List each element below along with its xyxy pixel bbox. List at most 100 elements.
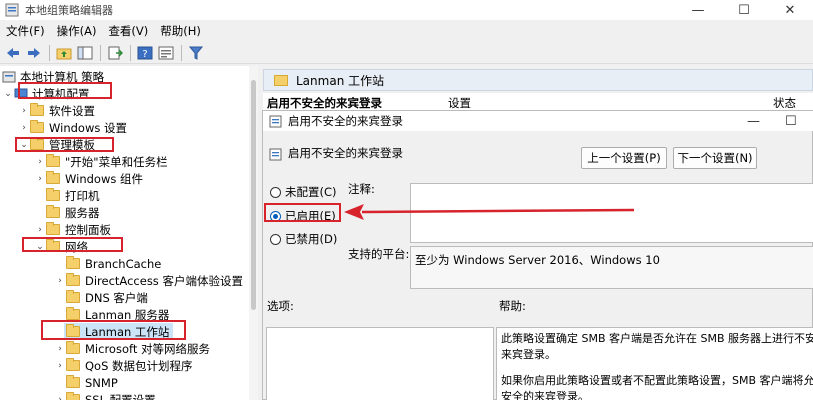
policy-editor-icon (5, 3, 19, 17)
filter-icon (189, 46, 203, 60)
highlight-network (22, 237, 123, 252)
navigation-tree: 本地计算机 策略 ⌄ 计算机配置 › 软件设置 › Windows 设置 ⌄ 管… (0, 66, 258, 400)
chevron-right-icon[interactable]: › (54, 344, 66, 354)
folder-icon (46, 205, 60, 218)
export-icon (108, 46, 123, 59)
selected-setting-title: 启用不安全的来宾登录 (267, 96, 382, 110)
export-button[interactable] (105, 43, 125, 63)
folder-icon (46, 222, 60, 235)
highlight-lanman-workstation (41, 320, 186, 340)
help-button[interactable]: ? (135, 43, 155, 63)
folder-icon (30, 120, 44, 133)
show-tree-icon (77, 46, 93, 59)
chevron-right-icon[interactable]: › (34, 225, 46, 235)
filter-button[interactable] (186, 43, 206, 63)
tree-item-start-menu[interactable]: › "开始"菜单和任务栏 (34, 153, 168, 170)
tree-item-dns-client[interactable]: DNS 客户端 (66, 289, 148, 306)
close-button[interactable]: ✕ (767, 0, 813, 20)
supported-platforms-value: 至少为 Windows Server 2016、Windows 10 (415, 253, 660, 267)
chevron-right-icon[interactable]: › (18, 123, 30, 133)
options-label: 选项: (267, 299, 294, 313)
folder-icon (66, 392, 80, 400)
back-icon (7, 47, 19, 58)
folder-icon (46, 154, 60, 167)
setting-icon (269, 148, 282, 161)
options-panel (266, 327, 494, 400)
chevron-right-icon[interactable]: › (34, 157, 46, 167)
help-panel[interactable]: 此策略设置确定 SMB 客户端是否允许在 SMB 服务器上进行不安全的 来宾登录… (496, 327, 813, 400)
folder-icon (46, 188, 60, 201)
forward-button[interactable] (24, 43, 44, 63)
radio-disabled[interactable]: 已禁用(D) (270, 231, 337, 247)
policy-setting-dialog: 启用不安全的来宾登录 — ☐ 启用不安全的来宾登录 上一个设置(P) 下一个设置… (262, 110, 813, 400)
tree-item-windows-components[interactable]: › Windows 组件 (34, 170, 143, 187)
up-folder-icon (56, 48, 72, 59)
tree-scrollbar[interactable] (249, 66, 258, 400)
content-header: Lanman 工作站 (263, 69, 813, 91)
tree-item-branchcache[interactable]: BranchCache (66, 255, 161, 272)
previous-setting-button[interactable]: 上一个设置(P) (581, 147, 667, 169)
column-header-setting[interactable]: 设置 (448, 95, 471, 111)
title-bar: 本地组策略编辑器 — ☐ ✕ (0, 0, 813, 20)
radio-circle[interactable] (270, 233, 281, 245)
folder-icon (30, 103, 44, 116)
highlight-enabled-option (264, 203, 341, 222)
folder-icon (66, 256, 80, 269)
help-text-line: 来宾登录。 (501, 348, 556, 361)
tree-item-qos[interactable]: › QoS 数据包计划程序 (54, 357, 193, 374)
chevron-down-icon[interactable]: ⌄ (2, 89, 14, 99)
menu-action[interactable]: 操作(A) (51, 23, 103, 39)
show-tree-button[interactable] (75, 43, 95, 63)
menu-help[interactable]: 帮助(H) (154, 23, 207, 39)
properties-button[interactable] (156, 43, 176, 63)
tree-item-ms-peer[interactable]: › Microsoft 对等网络服务 (54, 340, 210, 357)
content-columns: 启用不安全的来宾登录 设置 状态 (263, 93, 813, 110)
supported-platforms-label: 支持的平台: (348, 247, 410, 261)
chevron-right-icon[interactable]: › (54, 361, 66, 371)
back-button[interactable] (3, 43, 23, 63)
menu-bar: 文件(F) 操作(A) 查看(V) 帮助(H) (0, 22, 813, 40)
dialog-maximize-button[interactable]: ☐ (785, 111, 797, 131)
svg-text:?: ? (142, 49, 147, 60)
menu-view[interactable]: 查看(V) (102, 23, 154, 39)
window-title: 本地组策略编辑器 (25, 4, 113, 17)
tree-item-ssl[interactable]: › SSL 配置设置 (54, 391, 156, 400)
tree-item-snmp[interactable]: SNMP (66, 374, 118, 391)
comment-label: 注释: (348, 182, 375, 196)
folder-icon (66, 273, 80, 286)
setting-name: 启用不安全的来宾登录 (288, 146, 403, 160)
dialog-minimize-button[interactable]: — (747, 111, 760, 131)
minimize-button[interactable]: — (675, 0, 721, 20)
tree-item-windows-settings[interactable]: › Windows 设置 (18, 119, 127, 136)
help-text-line: 此策略设置确定 SMB 客户端是否允许在 SMB 服务器上进行不安全的 (501, 332, 813, 345)
chevron-right-icon[interactable]: › (54, 276, 66, 286)
supported-platforms-box: 至少为 Windows Server 2016、Windows 10 (410, 246, 813, 289)
chevron-right-icon[interactable]: › (54, 395, 66, 400)
scrollbar-thumb[interactable] (251, 80, 256, 310)
forward-icon (28, 47, 40, 58)
maximize-button[interactable]: ☐ (721, 0, 767, 20)
tree-item-printers[interactable]: 打印机 (46, 187, 100, 204)
radio-not-configured[interactable]: 未配置(C) (270, 184, 337, 200)
up-folder-button[interactable] (54, 43, 74, 63)
toolbar: ? (0, 42, 813, 64)
folder-icon (66, 358, 80, 371)
tree-item-server[interactable]: 服务器 (46, 204, 100, 221)
dialog-title-bar: 启用不安全的来宾登录 — ☐ (263, 111, 813, 131)
column-header-status[interactable]: 状态 (773, 95, 796, 111)
help-text-line: 安全的来宾登录。 (501, 390, 589, 400)
radio-circle[interactable] (270, 186, 281, 198)
computer-policy-icon (2, 71, 16, 82)
dialog-title: 启用不安全的来宾登录 (288, 114, 403, 128)
chevron-right-icon[interactable]: › (34, 174, 46, 184)
folder-icon (66, 290, 80, 303)
tree-item-directaccess[interactable]: › DirectAccess 客户端体验设置 (54, 272, 243, 289)
next-setting-button[interactable]: 下一个设置(N) (673, 147, 757, 169)
red-arrow-annotation (344, 204, 635, 220)
menu-file[interactable]: 文件(F) (0, 23, 51, 39)
folder-icon (274, 74, 288, 86)
highlight-computer-config (18, 82, 112, 99)
chevron-right-icon[interactable]: › (18, 106, 30, 116)
tree-item-control-panel[interactable]: › 控制面板 (34, 221, 111, 238)
tree-item-software-settings[interactable]: › 软件设置 (18, 102, 95, 119)
